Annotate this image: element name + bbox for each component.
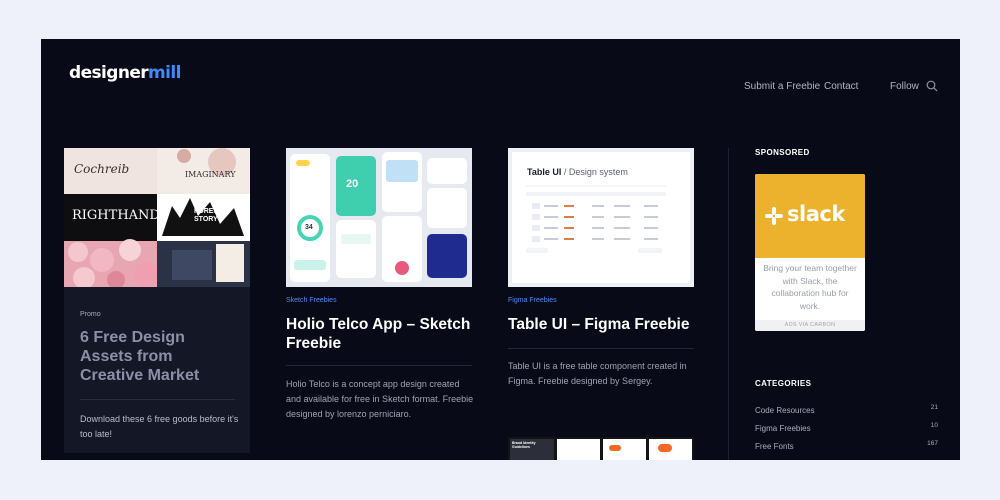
ad-banner[interactable]: slack — [755, 174, 865, 258]
thumb-text: Cochreib — [74, 162, 130, 176]
post-description: Table UI is a free table component creat… — [508, 361, 687, 386]
nav-follow[interactable]: Follow — [890, 81, 919, 92]
site-logo[interactable]: designermill — [69, 63, 181, 83]
category-item[interactable]: Figma Freebies 10 — [755, 422, 938, 433]
category-item[interactable]: Free Fonts 167 — [755, 440, 938, 451]
thumb-text: RIGHTHAND — [72, 208, 160, 223]
divider — [286, 365, 472, 366]
promo-title[interactable]: 6 Free Design Assets from Creative Marke… — [80, 328, 240, 385]
post-category[interactable]: Figma Freebies — [508, 297, 557, 304]
next-post-thumbnail[interactable]: Brand Identity Guidelines — [508, 437, 694, 460]
thumb-text: 34 — [305, 224, 313, 231]
promo-card[interactable]: Cochreib IMAGINARY RIGHTHAND FOREST STOR… — [64, 148, 250, 453]
ad-brand: slack — [787, 202, 845, 226]
sponsored-heading: SPONSORED — [755, 148, 810, 157]
ad-footer[interactable]: ADS VIA CARBON — [755, 320, 865, 331]
post-card-table-ui[interactable]: Table UI / Design system — [508, 148, 694, 287]
search-icon[interactable] — [926, 80, 938, 92]
sidebar-divider — [728, 148, 729, 460]
post-description: Holio Telco is a concept app design crea… — [286, 379, 474, 419]
thumb-text: 20 — [346, 178, 359, 190]
carbon-ad[interactable]: slack Bring your team together with Slac… — [755, 174, 865, 331]
divider — [508, 348, 694, 349]
post-thumbnail[interactable]: 20 34 — [286, 148, 472, 287]
thumb-text: IMAGINARY — [185, 170, 236, 179]
categories-heading: CATEGORIES — [755, 379, 812, 388]
nav-submit-freebie[interactable]: Submit a Freebie — [744, 81, 820, 92]
nav-contact[interactable]: Contact — [824, 81, 858, 92]
thumb-text: FOREST STORY — [194, 208, 223, 223]
divider — [80, 399, 235, 400]
promo-tag: Promo — [80, 311, 101, 318]
post-title[interactable]: Holio Telco App – Sketch Freebie — [286, 315, 472, 353]
slack-icon — [765, 207, 783, 225]
post-category[interactable]: Sketch Freebies — [286, 297, 337, 304]
site-frame: designermill Submit a Freebie Contact Fo… — [41, 39, 960, 460]
promo-description: Download these 6 free goods before it's … — [80, 414, 239, 439]
post-thumbnail[interactable]: Table UI / Design system — [508, 148, 694, 287]
post-title[interactable]: Table UI – Figma Freebie — [508, 315, 694, 334]
category-item[interactable]: Code Resources 21 — [755, 404, 938, 415]
ad-text[interactable]: Bring your team together with Slack, the… — [755, 258, 865, 312]
promo-thumbnail[interactable]: Cochreib IMAGINARY RIGHTHAND FOREST STOR… — [64, 148, 250, 287]
post-card-holio[interactable]: 20 34 — [286, 148, 472, 287]
